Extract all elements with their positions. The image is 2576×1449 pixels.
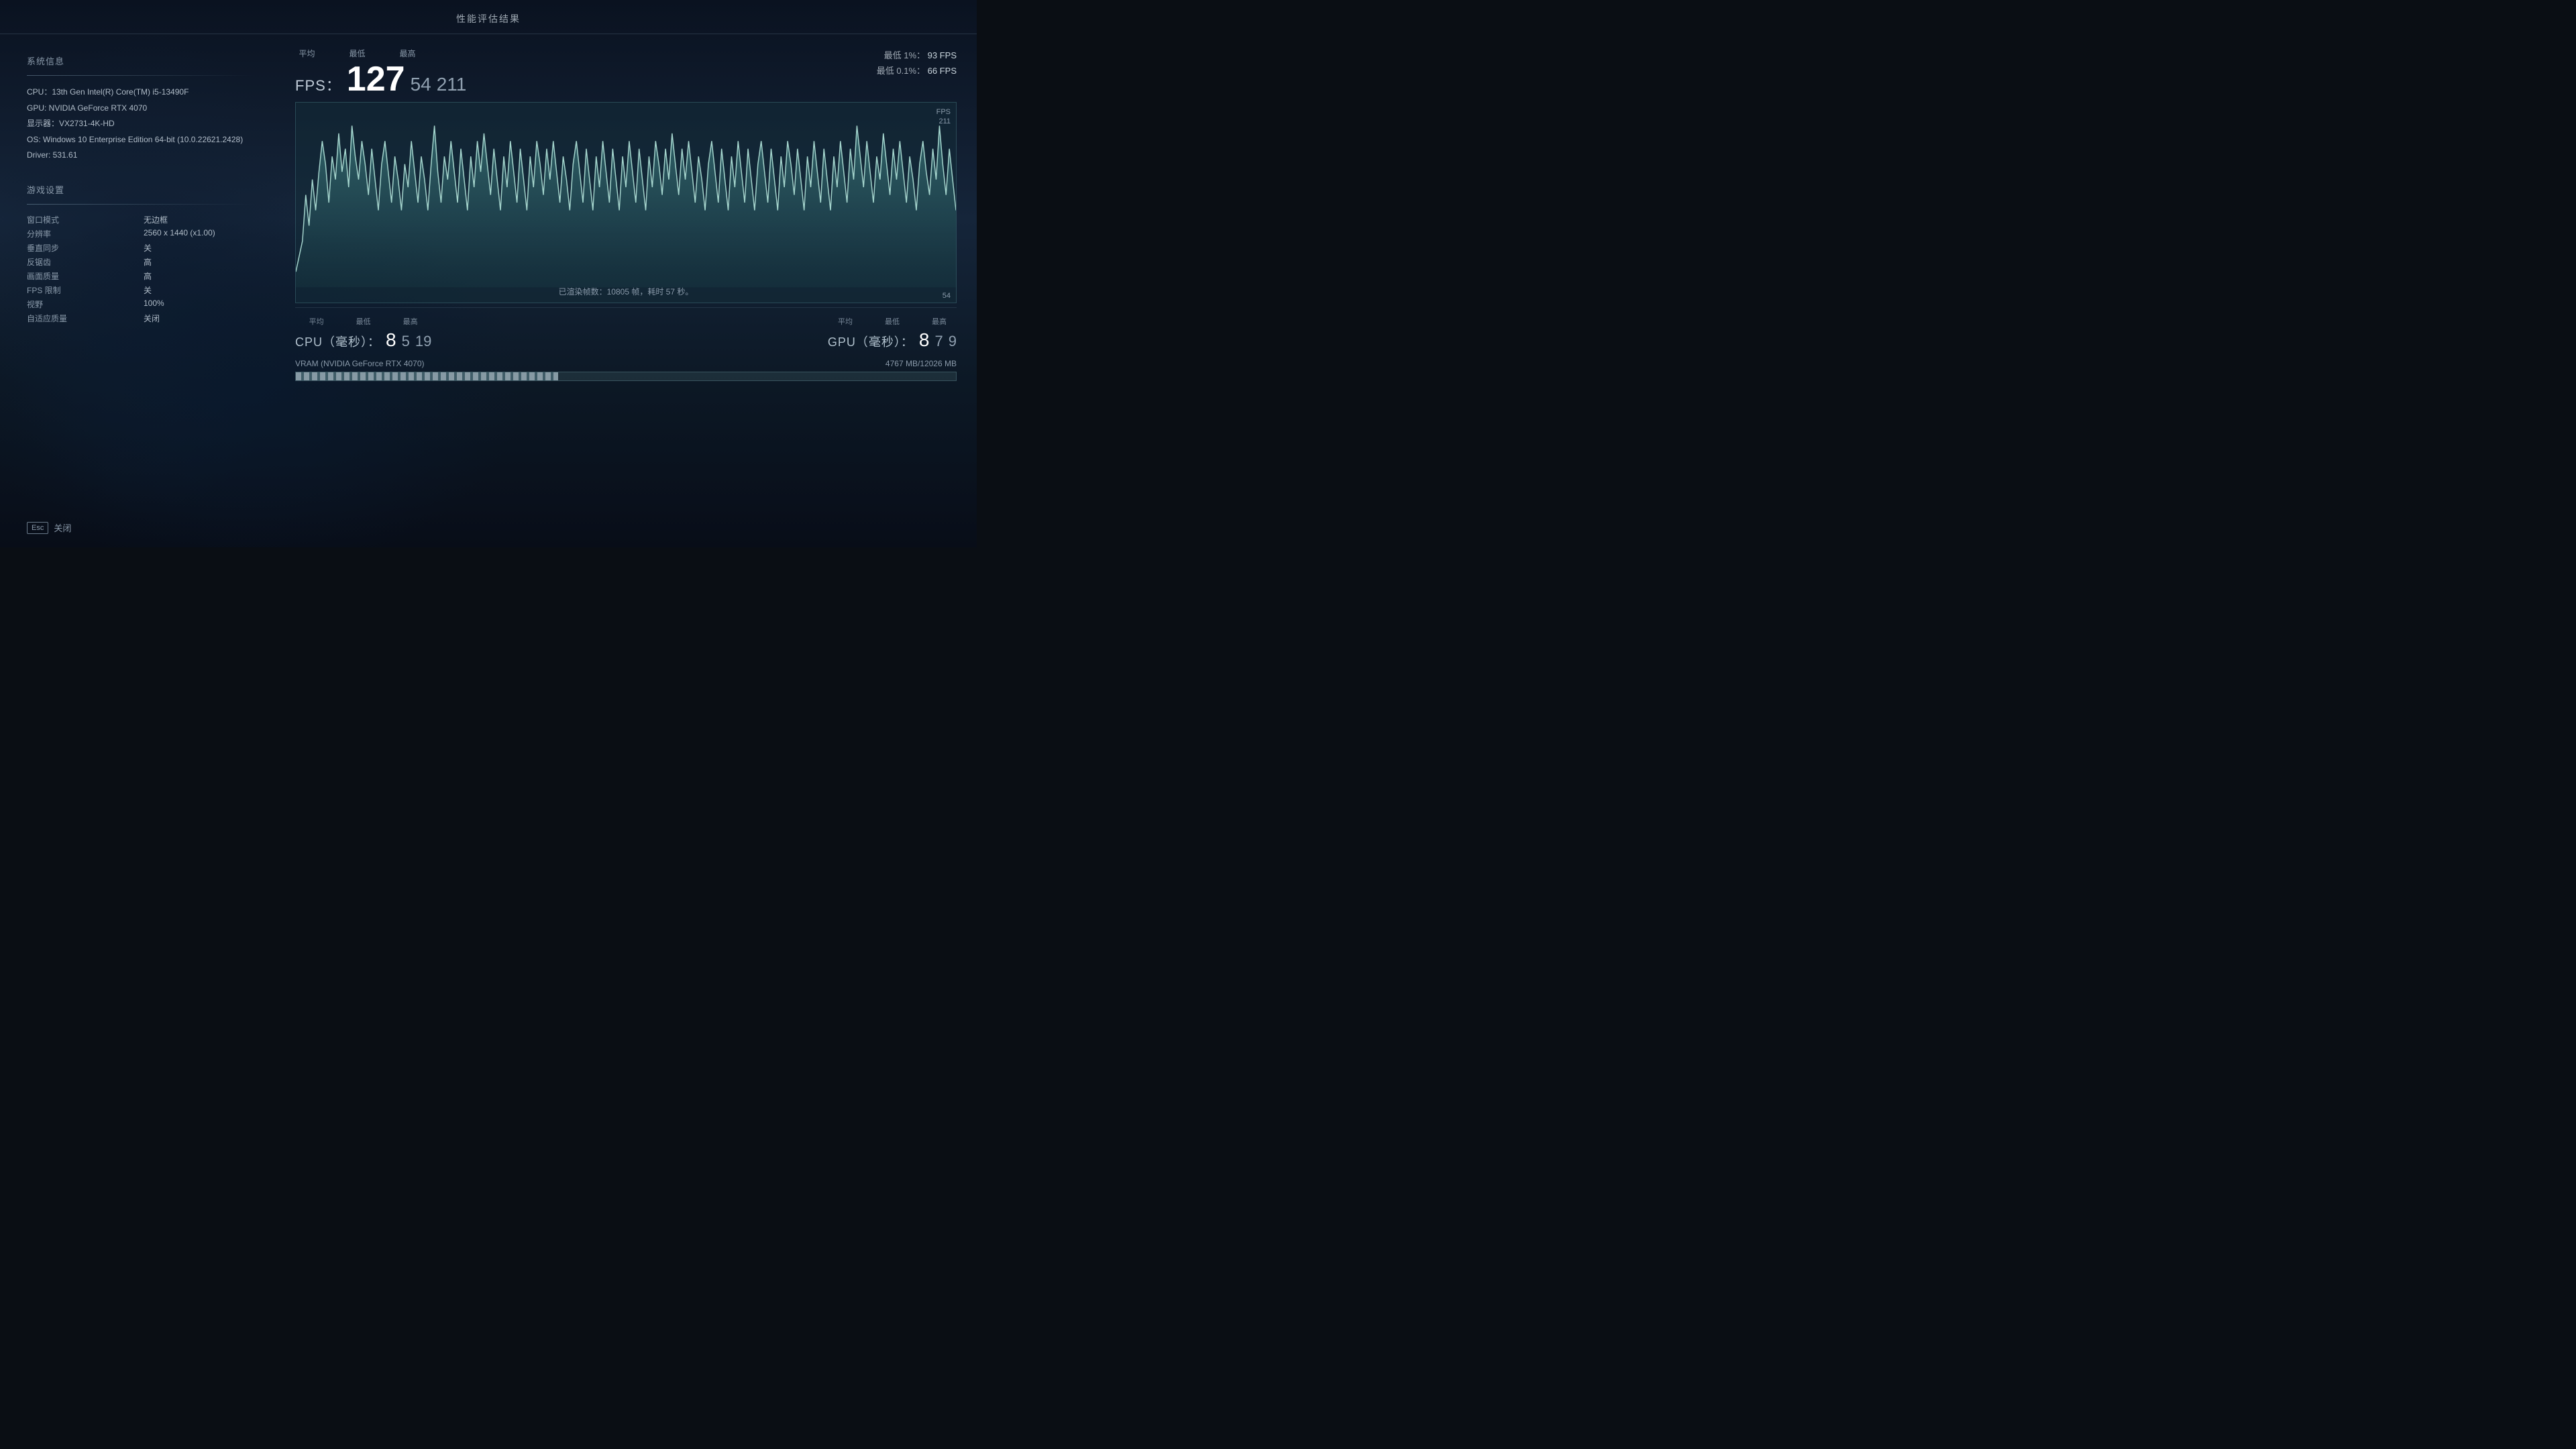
fps-big: FPS： 127 54 211 [295,62,466,97]
fps-limit-label: FPS 限制 [27,284,138,296]
rendered-info: 已渲染帧数：10805 帧，耗时 57 秒。 [296,286,956,297]
vram-bar-container [295,372,957,381]
cpu-max-value: 19 [415,333,431,350]
adaptive-label: 自适应质量 [27,313,138,324]
left-panel: 系统信息 CPU：13th Gen Intel(R) Core(TM) i5-1… [0,34,282,548]
fps-low01-label: 最低 0.1%： [877,66,925,76]
display-info: 显示器：VX2731-4K-HD [27,117,255,131]
driver-info: Driver: 531.61 [27,148,255,163]
fps-low01-value: 66 FPS [928,66,957,76]
fps-min-value: 54 [411,74,431,95]
fps-avg-label: 平均 [295,48,319,59]
cpu-stat-main: CPU（毫秒）： 8 5 19 [295,329,431,351]
gpu-min-value: 7 [935,333,943,350]
vram-label: VRAM (NVIDIA GeForce RTX 4070) [295,359,425,368]
vsync-label: 垂直同步 [27,242,138,254]
settings-grid: 窗口模式 无边框 分辨率 2560 x 1440 (x1.00) 垂直同步 关 … [27,214,255,324]
resolution-value: 2560 x 1440 (x1.00) [144,228,255,239]
fps-title: FPS： [295,74,341,95]
fps-chart: FPS 211 54 已渲染帧数：10805 帧，耗时 57 秒。 [295,102,957,303]
fps-limit-value: 关 [144,284,255,296]
divider-2 [27,204,255,205]
aa-label: 反锯齿 [27,256,138,268]
close-button[interactable]: Esc 关闭 [27,521,71,534]
fps-max-label: 最高 [396,48,419,59]
gpu-max-value: 9 [949,333,957,350]
chart-bars [296,125,956,287]
gpu-label: GPU（毫秒）： [828,333,914,350]
quality-value: 高 [144,270,255,282]
fov-value: 100% [144,299,255,310]
fov-label: 视野 [27,299,138,310]
cpu-max-label: 最高 [400,316,421,327]
cpu-label: CPU（毫秒）： [295,333,380,350]
fps-low1-value: 93 FPS [928,50,957,60]
vram-section: VRAM (NVIDIA GeForce RTX 4070) 4767 MB/1… [295,355,957,385]
gpu-max-label: 最高 [929,316,949,327]
fps-low01-row: 最低 0.1%： 66 FPS [877,63,957,78]
main-layout: 系统信息 CPU：13th Gen Intel(R) Core(TM) i5-1… [0,34,977,548]
vram-used: 4767 MB/12026 MB [885,359,957,368]
fps-low1-row: 最低 1%： 93 FPS [877,48,957,63]
window-mode-value: 无边框 [144,214,255,225]
cpu-min-label: 最低 [354,316,374,327]
quality-label: 画面质量 [27,270,138,282]
gpu-stats: 平均 最低 最高 GPU（毫秒）： 8 7 9 [828,316,957,351]
gpu-min-label: 最低 [882,316,902,327]
bottom-stats: 平均 最低 最高 CPU（毫秒）： 8 5 19 平均 最低 [295,307,957,355]
chart-fps-label: FPS [936,108,951,116]
page-title: 性能评估结果 [456,13,521,24]
system-info-title: 系统信息 [27,54,255,67]
divider-1 [27,75,255,76]
cpu-stat-header: 平均 最低 最高 [307,316,421,327]
vram-header: VRAM (NVIDIA GeForce RTX 4070) 4767 MB/1… [295,359,957,368]
chart-svg [296,103,956,303]
main-content: 性能评估结果 系统信息 CPU：13th Gen Intel(R) Core(T… [0,0,977,547]
gpu-stat-header: 平均 最低 最高 [835,316,949,327]
fps-main: 平均 最低 最高 FPS： 127 54 211 [295,48,466,97]
cpu-avg-value: 8 [386,329,396,351]
fps-min-label: 最低 [345,48,369,59]
game-settings-title: 游戏设置 [27,183,255,196]
system-info-section: 系统信息 CPU：13th Gen Intel(R) Core(TM) i5-1… [27,54,255,163]
cpu-info: CPU：13th Gen Intel(R) Core(TM) i5-13490F [27,85,255,100]
game-settings-section: 游戏设置 窗口模式 无边框 分辨率 2560 x 1440 (x1.00) 垂直… [27,183,255,324]
gpu-info: GPU: NVIDIA GeForce RTX 4070 [27,101,255,116]
close-label: 关闭 [54,521,71,534]
window-mode-label: 窗口模式 [27,214,138,225]
cpu-min-value: 5 [402,333,410,350]
fps-max-value: 211 [437,74,467,95]
fps-labels: 平均 最低 最高 FPS： 127 54 211 [295,48,466,97]
aa-value: 高 [144,256,255,268]
title-bar: 性能评估结果 [0,0,977,34]
fps-avg-value: 127 [347,62,405,97]
gpu-stat-main: GPU（毫秒）： 8 7 9 [828,329,957,351]
gpu-avg-value: 8 [919,329,930,351]
fps-low1-label: 最低 1%： [884,50,925,60]
vram-bar-fill [296,372,558,380]
adaptive-value: 关闭 [144,313,255,324]
chart-max-label: 211 [938,117,951,125]
cpu-avg-label: 平均 [307,316,327,327]
fps-side-stats: 最低 1%： 93 FPS 最低 0.1%： 66 FPS [877,48,957,79]
vsync-value: 关 [144,242,255,254]
fps-header: 平均 最低 最高 FPS： 127 54 211 [295,48,957,97]
fps-label-row: 平均 最低 最高 [295,48,419,59]
cpu-stats: 平均 最低 最高 CPU（毫秒）： 8 5 19 [295,316,431,351]
gpu-avg-label: 平均 [835,316,855,327]
right-panel: 平均 最低 最高 FPS： 127 54 211 [282,34,977,548]
esc-key: Esc [27,522,48,534]
resolution-label: 分辨率 [27,228,138,239]
os-info: OS: Windows 10 Enterprise Edition 64-bit… [27,133,255,148]
